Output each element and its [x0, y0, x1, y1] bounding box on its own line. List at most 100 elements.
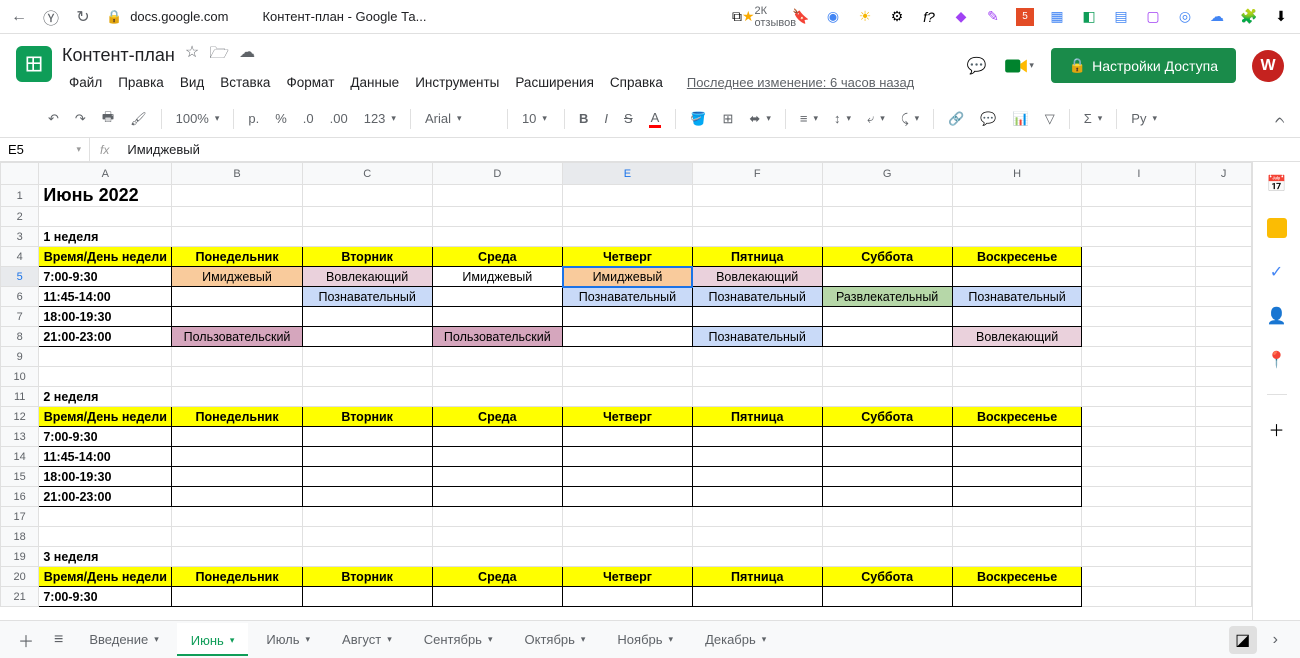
redo-button[interactable]: ↷: [69, 107, 92, 131]
ext-icon-9[interactable]: ▤: [1112, 8, 1130, 26]
increase-decimal-button[interactable]: .00: [324, 107, 354, 130]
font-select[interactable]: Arial: [419, 107, 499, 130]
extensions-menu-icon[interactable]: 🧩: [1240, 8, 1258, 26]
browser-tab-title: Контент-план - Google Та...: [262, 9, 426, 24]
sheet-tab-Ноябрь[interactable]: Ноябрь ▾: [603, 623, 687, 656]
paint-format-button[interactable]: 🖌: [124, 107, 153, 131]
spreadsheet-grid[interactable]: ABCDEFGHIJ1Июнь 2022231 неделя4Время/Ден…: [0, 162, 1252, 620]
ext-icon-12[interactable]: ☁: [1208, 8, 1226, 26]
sheet-tab-Август[interactable]: Август ▾: [328, 623, 406, 656]
yandex-icon[interactable]: Ⓨ: [42, 8, 60, 26]
star-icon[interactable]: ☆: [185, 42, 199, 69]
address-bar[interactable]: 🔒 docs.google.com: [106, 9, 228, 25]
ext-icon-html[interactable]: 5: [1016, 8, 1034, 26]
fx-icon: fx: [90, 143, 119, 157]
wrap-button[interactable]: ⤶: [861, 107, 891, 131]
filter-button[interactable]: ▽: [1039, 107, 1061, 131]
menu-view[interactable]: Вид: [173, 71, 211, 94]
ext-icon-4[interactable]: f?: [920, 8, 938, 26]
bookmark-icon[interactable]: 🔖: [792, 8, 810, 26]
undo-button[interactable]: ↶: [42, 107, 65, 131]
bold-button[interactable]: B: [573, 107, 594, 130]
v-align-button[interactable]: ↕: [828, 107, 857, 130]
ext-icon-3[interactable]: ⚙: [888, 8, 906, 26]
formula-bar: E5▾ fx Имиджевый: [0, 138, 1300, 162]
comment-button[interactable]: 💬: [974, 107, 1002, 131]
meet-button[interactable]: ▾: [1003, 50, 1035, 82]
name-box[interactable]: E5▾: [0, 138, 90, 161]
menu-tools[interactable]: Инструменты: [408, 71, 506, 94]
side-panel-toggle[interactable]: ›: [1261, 631, 1290, 649]
menu-file[interactable]: Файл: [62, 71, 109, 94]
more-formats-button[interactable]: 123: [358, 107, 402, 130]
add-addon-icon[interactable]: ＋: [1267, 419, 1287, 439]
maps-addon-icon[interactable]: 📍: [1267, 350, 1287, 370]
explore-button[interactable]: ◪: [1229, 626, 1257, 654]
menu-data[interactable]: Данные: [343, 71, 406, 94]
fill-color-button[interactable]: 🪣: [684, 107, 712, 131]
ext-icon-7[interactable]: ▦: [1048, 8, 1066, 26]
h-align-button[interactable]: ≡: [794, 107, 824, 130]
menu-format[interactable]: Формат: [279, 71, 341, 94]
comments-icon[interactable]: 💬: [967, 56, 987, 76]
all-sheets-button[interactable]: ≡: [46, 625, 71, 655]
borders-button[interactable]: ⊞: [717, 107, 740, 131]
download-icon[interactable]: ⬇: [1272, 8, 1290, 26]
cloud-icon[interactable]: ☁: [239, 42, 255, 69]
link-button[interactable]: 🔗: [942, 107, 970, 131]
calendar-addon-icon[interactable]: 📅: [1267, 174, 1287, 194]
sheet-tab-Декабрь[interactable]: Декабрь ▾: [691, 623, 780, 656]
menu-help[interactable]: Справка: [603, 71, 670, 94]
ext-icon-5[interactable]: ◆: [952, 8, 970, 26]
share-button[interactable]: 🔒 Настройки Доступа: [1051, 48, 1236, 83]
document-title[interactable]: Контент-план: [62, 45, 175, 66]
docs-header: Контент-план ☆ 🗁 ☁ Файл Правка Вид Встав…: [0, 34, 1300, 94]
star-reviews[interactable]: ★2К отзывов: [760, 8, 778, 26]
italic-button[interactable]: I: [598, 107, 614, 130]
lock-icon: 🔒: [1069, 57, 1086, 74]
keep-addon-icon[interactable]: [1267, 218, 1287, 238]
sheets-logo[interactable]: [16, 46, 52, 82]
print-button[interactable]: 🖶: [96, 104, 120, 134]
ext-icon-1[interactable]: ◉: [824, 8, 842, 26]
menu-insert[interactable]: Вставка: [213, 71, 277, 94]
percent-button[interactable]: %: [269, 107, 293, 130]
sheet-tab-Октябрь[interactable]: Октябрь ▾: [511, 623, 600, 656]
currency-button[interactable]: р.: [242, 107, 265, 130]
reload-button[interactable]: ↻: [74, 8, 92, 26]
sheet-tab-Июль[interactable]: Июль ▾: [252, 623, 324, 656]
ext-icon-6[interactable]: ✎: [984, 8, 1002, 26]
chart-button[interactable]: 📊: [1007, 107, 1035, 131]
ext-icon-10[interactable]: ▢: [1144, 8, 1162, 26]
menu-edit[interactable]: Правка: [111, 71, 171, 94]
decrease-decimal-button[interactable]: .0: [297, 107, 320, 130]
formula-input[interactable]: Имиджевый: [119, 142, 1300, 157]
text-color-button[interactable]: A: [643, 106, 668, 132]
input-lang-button[interactable]: Ру: [1125, 107, 1163, 130]
ext-icon-2[interactable]: ☀: [856, 8, 874, 26]
rotate-button[interactable]: ⤹: [895, 107, 925, 131]
user-avatar[interactable]: W: [1252, 50, 1284, 82]
add-sheet-button[interactable]: ＋: [10, 622, 42, 658]
toolbar: ↶ ↷ 🖶 🖌 100% р. % .0 .00 123 Arial 10 B …: [0, 100, 1300, 138]
merge-button[interactable]: ⬌: [743, 107, 776, 131]
back-button[interactable]: ←: [10, 8, 28, 26]
side-panel: 📅 ✓ 👤 📍 ＋: [1252, 162, 1300, 620]
font-size-select[interactable]: 10: [516, 107, 556, 130]
sheet-tab-Июнь[interactable]: Июнь ▾: [177, 623, 249, 656]
strike-button[interactable]: S: [618, 107, 639, 130]
sheet-tab-Введение[interactable]: Введение ▾: [75, 623, 172, 656]
contacts-addon-icon[interactable]: 👤: [1267, 306, 1287, 326]
last-edit-link[interactable]: Последнее изменение: 6 часов назад: [680, 71, 921, 94]
sheet-tabs-bar: ＋ ≡ Введение ▾Июнь ▾Июль ▾Август ▾Сентяб…: [0, 620, 1300, 658]
collapse-toolbar-button[interactable]: ᨈ: [1271, 107, 1290, 131]
sheet-tab-Сентябрь[interactable]: Сентябрь ▾: [410, 623, 507, 656]
tasks-addon-icon[interactable]: ✓: [1267, 262, 1287, 282]
zoom-select[interactable]: 100%: [170, 107, 226, 130]
ext-icon-8[interactable]: ◧: [1080, 8, 1098, 26]
browser-chrome: ← Ⓨ ↻ 🔒 docs.google.com Контент-план - G…: [0, 0, 1300, 34]
ext-icon-11[interactable]: ◎: [1176, 8, 1194, 26]
menu-extensions[interactable]: Расширения: [508, 71, 601, 94]
move-icon[interactable]: 🗁: [209, 42, 229, 69]
functions-button[interactable]: Σ: [1078, 107, 1109, 130]
